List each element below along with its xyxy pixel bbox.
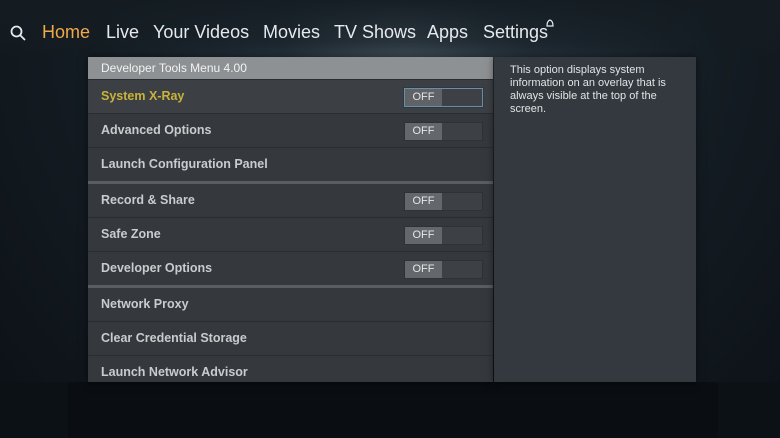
- record-share-toggle[interactable]: OFF: [404, 192, 483, 211]
- nav-item-live[interactable]: Live: [106, 22, 139, 43]
- nav-item-movies[interactable]: Movies: [263, 22, 320, 43]
- top-navigation: Home Live Your Videos Movies TV Shows Ap…: [0, 0, 780, 60]
- toggle-state: OFF: [405, 123, 442, 140]
- menu-item-safe-zone[interactable]: Safe Zone OFF: [88, 217, 493, 251]
- developer-tools-menu: Developer Tools Menu 4.00 System X-Ray O…: [88, 57, 493, 382]
- menu-item-developer-options[interactable]: Developer Options OFF: [88, 251, 493, 285]
- menu-item-label: Clear Credential Storage: [101, 331, 247, 345]
- toggle-state: OFF: [405, 261, 442, 278]
- search-icon[interactable]: [10, 25, 26, 41]
- menu-item-advanced-options[interactable]: Advanced Options OFF: [88, 113, 493, 147]
- menu-item-label: Record & Share: [101, 193, 195, 207]
- menu-item-label: System X-Ray: [101, 89, 185, 103]
- menu-item-launch-network-advisor[interactable]: Launch Network Advisor: [88, 355, 493, 389]
- menu-item-label: Safe Zone: [101, 227, 161, 241]
- toggle-state: OFF: [405, 193, 442, 210]
- toggle-state: OFF: [405, 227, 442, 244]
- nav-item-settings[interactable]: Settings: [483, 22, 548, 43]
- safe-zone-toggle[interactable]: OFF: [404, 226, 483, 245]
- notification-icon: [546, 19, 554, 27]
- menu-title: Developer Tools Menu 4.00: [88, 57, 493, 79]
- menu-item-network-proxy[interactable]: Network Proxy: [88, 285, 493, 321]
- developer-options-toggle[interactable]: OFF: [404, 260, 483, 279]
- nav-item-tv-shows[interactable]: TV Shows: [334, 22, 416, 43]
- nav-item-home[interactable]: Home: [42, 22, 90, 43]
- menu-item-label: Launch Network Advisor: [101, 365, 248, 379]
- toggle-state: OFF: [405, 89, 442, 106]
- advanced-options-toggle[interactable]: OFF: [404, 122, 483, 141]
- description-panel: This option displays system information …: [494, 57, 696, 382]
- menu-item-system-xray[interactable]: System X-Ray OFF: [88, 79, 493, 113]
- bottom-background: [68, 382, 718, 438]
- menu-item-clear-credential-storage[interactable]: Clear Credential Storage: [88, 321, 493, 355]
- menu-item-launch-configuration-panel[interactable]: Launch Configuration Panel: [88, 147, 493, 181]
- menu-item-label: Launch Configuration Panel: [101, 157, 268, 171]
- system-xray-toggle[interactable]: OFF: [404, 88, 483, 107]
- description-text: This option displays system information …: [510, 64, 666, 115]
- menu-item-record-share[interactable]: Record & Share OFF: [88, 181, 493, 217]
- menu-item-label: Network Proxy: [101, 297, 189, 311]
- nav-item-apps[interactable]: Apps: [427, 22, 468, 43]
- menu-item-label: Developer Options: [101, 261, 213, 275]
- menu-item-label: Advanced Options: [101, 123, 212, 137]
- nav-item-your-videos[interactable]: Your Videos: [153, 22, 249, 43]
